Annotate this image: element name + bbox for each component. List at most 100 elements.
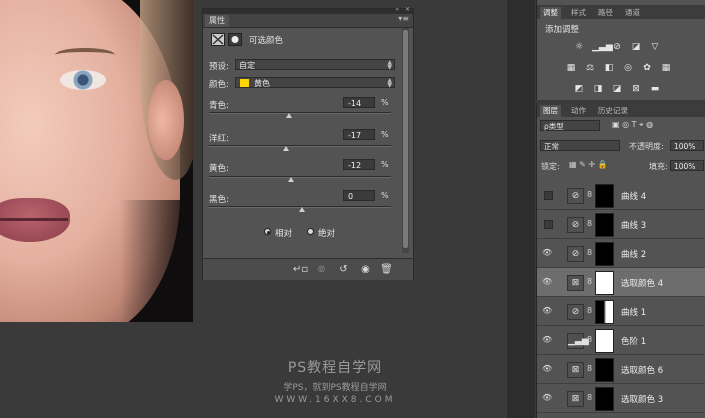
layer-mask-thumbnail[interactable] — [595, 184, 614, 208]
colors-select[interactable]: 黄色 ▲ ▼ — [235, 77, 395, 89]
properties-scrollbar[interactable] — [402, 28, 409, 253]
yellow-slider-thumb[interactable] — [288, 177, 294, 182]
eye-icon[interactable]: 👁 — [542, 335, 552, 345]
layer-filter-icons[interactable]: ▣ ◎ T ⌖ ◍ — [612, 120, 653, 130]
levels-icon[interactable]: ▁▃▅ — [592, 42, 613, 52]
color-lookup-icon[interactable]: ▦ — [660, 63, 672, 73]
relative-radio[interactable] — [264, 228, 271, 235]
cyan-slider-thumb[interactable] — [286, 113, 292, 118]
exposure-icon[interactable]: ◪ — [630, 42, 642, 52]
brightness-icon[interactable]: ☼ — [573, 42, 585, 52]
tab-history[interactable]: 历史记录 — [595, 105, 631, 117]
fill-field[interactable]: 100% — [670, 160, 704, 171]
add-adjustment-title: 添加调整 — [545, 25, 580, 35]
eye-icon[interactable]: 👁 — [542, 248, 552, 258]
eye-icon[interactable]: 👁 — [542, 277, 552, 287]
mask-icon[interactable] — [228, 33, 242, 46]
cyan-slider-track[interactable] — [209, 112, 391, 114]
tab-adjustments[interactable]: 调整 — [540, 7, 561, 19]
channel-mixer-icon[interactable]: ✿ — [641, 63, 653, 73]
layer-filter-select[interactable]: ρ类型 — [540, 120, 600, 131]
link-icon[interactable]: 8 — [587, 219, 592, 228]
layer-name: 曲线 1 — [621, 308, 647, 318]
lock-icons[interactable]: ▦ ✎ ✛ 🔒 — [569, 160, 608, 169]
delete-icon[interactable]: 🗑 — [380, 263, 393, 276]
layer-row[interactable]: ⊘ 8 曲线 3 — [537, 210, 705, 239]
magenta-value-field[interactable]: -17 — [343, 129, 375, 140]
black-white-icon[interactable]: ◧ — [603, 63, 615, 73]
canvas-photo[interactable] — [0, 0, 193, 322]
layer-mask-thumbnail[interactable] — [595, 242, 614, 266]
magenta-slider-thumb[interactable] — [283, 146, 289, 151]
tab-layers[interactable]: 图层 — [540, 105, 561, 117]
photo-filter-icon[interactable]: ◎ — [622, 63, 634, 73]
black-label: 黑色: — [209, 195, 229, 205]
layer-mask-thumbnail[interactable] — [595, 213, 614, 237]
layer-mask-thumbnail[interactable] — [595, 300, 614, 324]
fill-label: 填充: — [649, 162, 668, 171]
lock-label: 锁定: — [541, 162, 560, 171]
curves-adjustment-icon: ⊘ — [567, 188, 584, 204]
threshold-icon[interactable]: ◪ — [611, 84, 623, 94]
tab-styles[interactable]: 样式 — [568, 7, 589, 19]
posterize-icon[interactable]: ◨ — [592, 84, 604, 94]
link-icon[interactable]: 8 — [587, 364, 592, 373]
opacity-field[interactable]: 100% — [670, 140, 704, 151]
yellow-value-field[interactable]: -12 — [343, 159, 375, 170]
eye-icon[interactable]: 👁 — [542, 393, 552, 403]
link-icon[interactable]: 8 — [587, 393, 592, 402]
layer-mask-thumbnail[interactable] — [595, 271, 614, 295]
layer-mask-thumbnail[interactable] — [595, 358, 614, 382]
hidden-visibility-box[interactable] — [544, 191, 553, 200]
link-icon[interactable]: 8 — [587, 277, 592, 286]
layer-row[interactable]: 👁 ⊠ 8 选取颜色 6 — [537, 355, 705, 384]
cyan-value-field[interactable]: -14 — [343, 97, 375, 108]
color-balance-icon[interactable]: ⚖ — [584, 63, 596, 73]
tab-properties[interactable]: 属性 — [205, 15, 229, 27]
black-value-field[interactable]: 0 — [343, 190, 375, 201]
tab-channels[interactable]: 通道 — [622, 7, 643, 19]
close-icon[interactable]: ✕ — [405, 6, 410, 13]
collapse-icon[interactable]: » — [395, 6, 399, 13]
preset-select[interactable]: 自定 ▲ ▼ — [235, 59, 395, 71]
watermark-title: PS教程自学网 — [287, 360, 383, 376]
selective-color-icon[interactable]: ⊠ — [630, 84, 642, 94]
tab-paths[interactable]: 路径 — [595, 7, 616, 19]
link-icon[interactable]: 8 — [587, 248, 592, 257]
blend-mode-select[interactable]: 正常 — [540, 140, 620, 151]
scrollbar-thumb[interactable] — [403, 30, 408, 248]
yellow-slider-track[interactable] — [209, 176, 391, 178]
watermark-url: WWW.16XX8.COM — [274, 395, 396, 405]
photo-brow — [55, 48, 115, 62]
eye-icon[interactable]: 👁 — [542, 306, 552, 316]
layer-row[interactable]: 👁 ⊘ 8 曲线 1 — [537, 297, 705, 326]
visibility-icon[interactable]: ◉ — [359, 263, 372, 276]
layer-row[interactable]: 👁 ⊘ 8 曲线 2 — [537, 239, 705, 268]
levels-adjustment-icon: ▁▃▅ — [567, 333, 589, 349]
vibrance-icon[interactable]: ▽ — [649, 42, 661, 52]
tab-actions[interactable]: 动作 — [568, 105, 589, 117]
gradient-map-icon[interactable]: ▬ — [649, 84, 661, 94]
relative-label: 相对 — [275, 229, 293, 239]
link-icon[interactable]: 8 — [587, 335, 592, 344]
layer-row[interactable]: 👁 ▁▃▅ 8 色阶 1 — [537, 326, 705, 355]
invert-icon[interactable]: ◩ — [573, 84, 585, 94]
link-icon[interactable]: 8 — [587, 306, 592, 315]
clip-to-layer-icon[interactable]: ↵▫ — [293, 263, 308, 276]
panel-menu-icon[interactable]: ▾≡ — [398, 14, 409, 23]
link-icon[interactable]: 8 — [587, 190, 592, 199]
layer-mask-thumbnail[interactable] — [595, 387, 614, 411]
hue-saturation-icon[interactable]: ▦ — [565, 63, 577, 73]
layer-row[interactable]: 👁 ⊠ 8 选取颜色 4 — [537, 268, 705, 297]
curves-icon[interactable]: ⊘ — [611, 42, 623, 52]
layer-mask-thumbnail[interactable] — [595, 329, 614, 353]
black-slider-thumb[interactable] — [299, 207, 305, 212]
hidden-visibility-box[interactable] — [544, 220, 553, 229]
layer-row[interactable]: 👁 ⊠ 8 选取颜色 3 — [537, 384, 705, 413]
view-previous-icon[interactable]: ⊚ — [315, 263, 328, 276]
absolute-radio[interactable] — [307, 228, 314, 235]
layer-row[interactable]: ⊘ 8 曲线 4 — [537, 181, 705, 210]
eye-icon[interactable]: 👁 — [542, 364, 552, 374]
magenta-slider-track[interactable] — [209, 145, 391, 147]
reset-icon[interactable]: ↺ — [337, 263, 350, 276]
